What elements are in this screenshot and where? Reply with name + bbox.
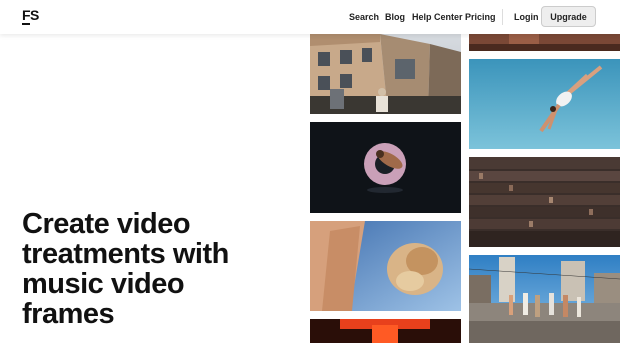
nav-pricing-link[interactable]: Pricing xyxy=(465,12,496,22)
nav-blog-link[interactable]: Blog xyxy=(385,12,405,22)
nav-help-center-link[interactable]: Help Center xyxy=(412,12,463,22)
headline-line: treatments with xyxy=(22,238,229,270)
logo[interactable]: FS xyxy=(22,8,39,22)
street-building-frame[interactable] xyxy=(310,34,461,114)
hand-closeup-frame[interactable] xyxy=(310,221,461,311)
login-link[interactable]: Login xyxy=(514,12,539,22)
logo-underline xyxy=(22,23,30,25)
nav-search-link[interactable]: Search xyxy=(349,12,379,22)
street-dancers-frame[interactable] xyxy=(469,255,620,343)
nav-divider xyxy=(502,9,503,25)
headline-line: Create video xyxy=(22,208,191,240)
top-nav: FS Search Blog Help Center Pricing Login… xyxy=(0,0,620,34)
top-strip-frame[interactable] xyxy=(469,34,620,51)
red-light-frame[interactable] xyxy=(310,319,461,343)
hero-headline: Create video treatments with music video… xyxy=(22,209,302,329)
crowd-frame[interactable] xyxy=(469,157,620,247)
headline-line: frames xyxy=(22,298,115,330)
upgrade-button[interactable]: Upgrade xyxy=(541,6,596,27)
jumping-person-frame[interactable] xyxy=(469,59,620,149)
floating-ring-frame[interactable] xyxy=(310,122,461,213)
headline-line: music video xyxy=(22,268,185,300)
